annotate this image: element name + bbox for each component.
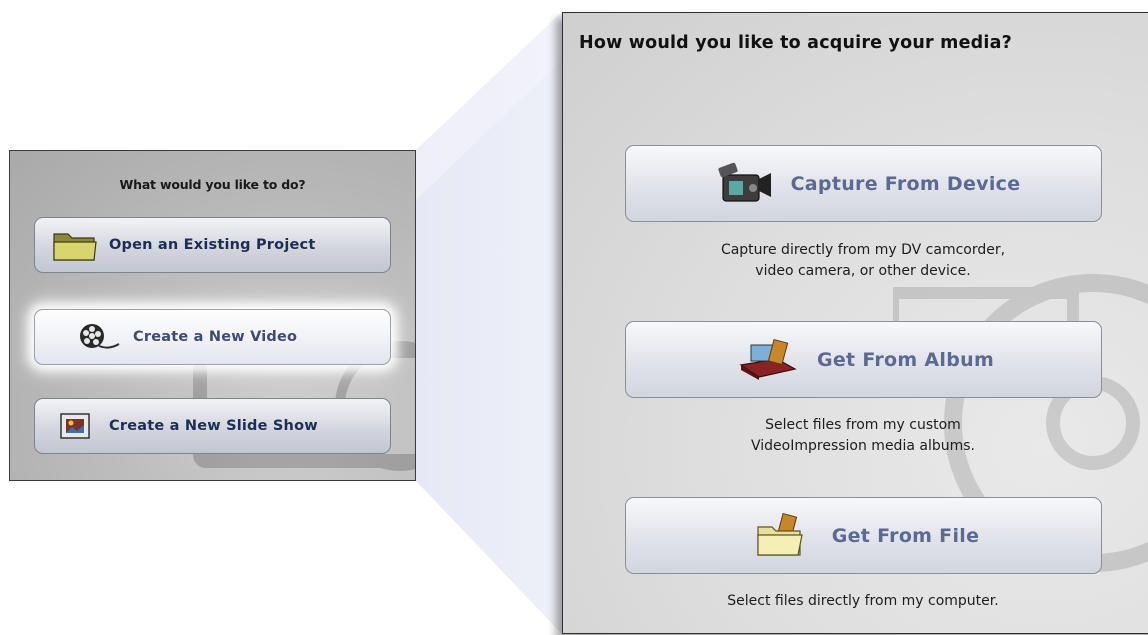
acquire-media-panel: How would you like to acquire your media… — [562, 12, 1148, 634]
film-reel-icon — [75, 317, 123, 357]
file-description: Select files directly from my computer. — [727, 593, 999, 609]
create-video-label: Create a New Video — [133, 329, 298, 345]
capture-description: Capture directly from my DV camcorder, v… — [720, 242, 1006, 279]
capture-from-device-button[interactable]: Capture From Device — [625, 145, 1102, 222]
get-from-file-button[interactable]: Get From File — [625, 497, 1102, 574]
capture-from-device-label: Capture From Device — [790, 172, 1021, 195]
file-folder-icon — [748, 508, 818, 564]
camcorder-icon — [707, 156, 777, 212]
slide-icon — [51, 406, 99, 446]
acquire-media-title: How would you like to acquire your media… — [579, 33, 1012, 53]
album-description: Select files from my custom VideoImpress… — [751, 417, 975, 454]
album-icon — [733, 332, 803, 388]
create-slideshow-label: Create a New Slide Show — [109, 418, 318, 434]
get-from-album-label: Get From Album — [816, 348, 995, 371]
get-from-album-button[interactable]: Get From Album — [625, 321, 1102, 398]
open-project-button[interactable]: Open an Existing Project — [34, 217, 391, 273]
open-project-label: Open an Existing Project — [109, 237, 316, 253]
folder-icon — [51, 225, 99, 265]
main-menu-panel: What would you like to do? Open an Exist… — [9, 150, 416, 481]
create-slideshow-button[interactable]: Create a New Slide Show — [34, 398, 391, 454]
create-video-button[interactable]: Create a New Video — [34, 309, 391, 365]
get-from-file-label: Get From File — [831, 524, 980, 547]
main-menu-title: What would you like to do? — [119, 177, 306, 192]
